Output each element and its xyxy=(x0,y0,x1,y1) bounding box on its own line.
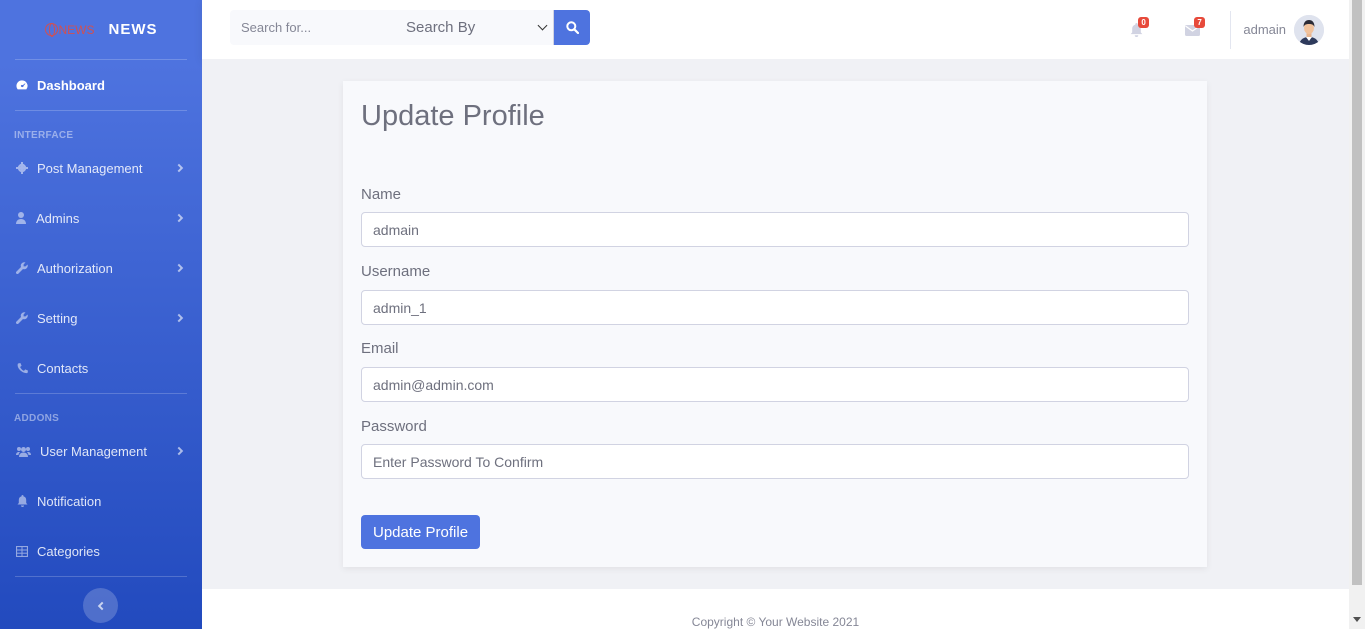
chevron-right-icon xyxy=(174,313,184,323)
update-profile-card: Update Profile Name Username Email Passw… xyxy=(343,81,1207,567)
gear-icon xyxy=(16,162,28,174)
chevron-left-icon xyxy=(97,601,107,610)
sidebar-toggle-button[interactable] xyxy=(83,588,118,623)
messages-count-badge: 7 xyxy=(1194,17,1205,28)
topbar: Search By 0 7 admain xyxy=(202,0,1349,59)
password-field[interactable] xyxy=(361,444,1189,479)
chevron-down-icon xyxy=(537,20,548,31)
globe-icon xyxy=(44,23,58,37)
search-input[interactable] xyxy=(230,10,392,45)
sidebar-item-categories[interactable]: Categories xyxy=(0,526,202,576)
topbar-divider xyxy=(1230,10,1232,49)
password-label: Password xyxy=(361,418,427,435)
sidebar-heading-addons: ADDONS xyxy=(14,413,60,424)
search-button[interactable] xyxy=(554,10,590,45)
footer: Copyright © Your Website 2021 xyxy=(202,589,1349,629)
sidebar-item-contacts[interactable]: Contacts xyxy=(0,343,202,393)
alerts-count-badge: 0 xyxy=(1138,17,1149,28)
sidebar-item-post-management[interactable]: Post Management xyxy=(0,143,202,193)
chevron-right-icon xyxy=(174,263,184,273)
name-label: Name xyxy=(361,186,402,203)
page-title: Update Profile xyxy=(361,100,545,132)
user-name: admain xyxy=(1243,22,1286,37)
sidebar-item-dashboard[interactable]: Dashboard xyxy=(0,60,202,110)
users-icon xyxy=(16,445,31,457)
chevron-right-icon xyxy=(174,163,184,173)
brand-logo: NEWS xyxy=(44,23,95,37)
sidebar-divider xyxy=(15,393,187,394)
email-field[interactable] xyxy=(361,367,1189,402)
copyright-text: Copyright © Your Website 2021 xyxy=(691,615,860,629)
username-label: Username xyxy=(361,263,431,280)
user-dropdown[interactable]: admain xyxy=(1243,14,1349,45)
sidebar-item-setting[interactable]: Setting xyxy=(0,293,202,343)
scroll-down-arrow-icon[interactable] xyxy=(1353,617,1361,622)
search-icon xyxy=(565,21,579,34)
brand[interactable]: NEWS NEWS xyxy=(0,0,202,59)
email-label: Email xyxy=(361,340,399,357)
sidebar-heading-interface: INTERFACE xyxy=(14,130,74,141)
sidebar-item-admins[interactable]: Admins xyxy=(0,193,202,243)
user-icon xyxy=(15,212,27,224)
scrollbar-thumb[interactable] xyxy=(1352,0,1362,585)
table-icon xyxy=(16,545,28,557)
topbar-icons: 0 7 admain xyxy=(1108,0,1349,59)
name-field[interactable] xyxy=(361,212,1189,247)
tachometer-icon xyxy=(16,79,28,91)
username-field[interactable] xyxy=(361,290,1189,325)
search-by-select[interactable]: Search By xyxy=(392,10,554,45)
chevron-right-icon xyxy=(174,213,184,223)
alerts-dropdown[interactable]: 0 xyxy=(1108,0,1164,59)
search-form: Search By xyxy=(230,10,590,45)
avatar xyxy=(1294,14,1324,45)
sidebar-item-user-management[interactable]: User Management xyxy=(0,426,202,476)
wrench-icon xyxy=(16,312,28,324)
update-profile-button[interactable]: Update Profile xyxy=(361,515,481,549)
wrench-icon xyxy=(16,262,28,274)
chevron-right-icon xyxy=(174,446,184,456)
phone-icon xyxy=(16,362,28,374)
page-scrollbar[interactable] xyxy=(1349,0,1365,629)
sidebar-item-notification[interactable]: Notification xyxy=(0,476,202,526)
sidebar: NEWS NEWS Dashboard INTERFACE Post Manag… xyxy=(0,0,202,629)
brand-title: NEWS xyxy=(108,21,158,38)
messages-dropdown[interactable]: 7 xyxy=(1164,0,1220,59)
sidebar-divider xyxy=(15,110,187,111)
sidebar-divider xyxy=(15,576,187,577)
sidebar-item-authorization[interactable]: Authorization xyxy=(0,243,202,293)
bell-icon xyxy=(16,495,28,507)
